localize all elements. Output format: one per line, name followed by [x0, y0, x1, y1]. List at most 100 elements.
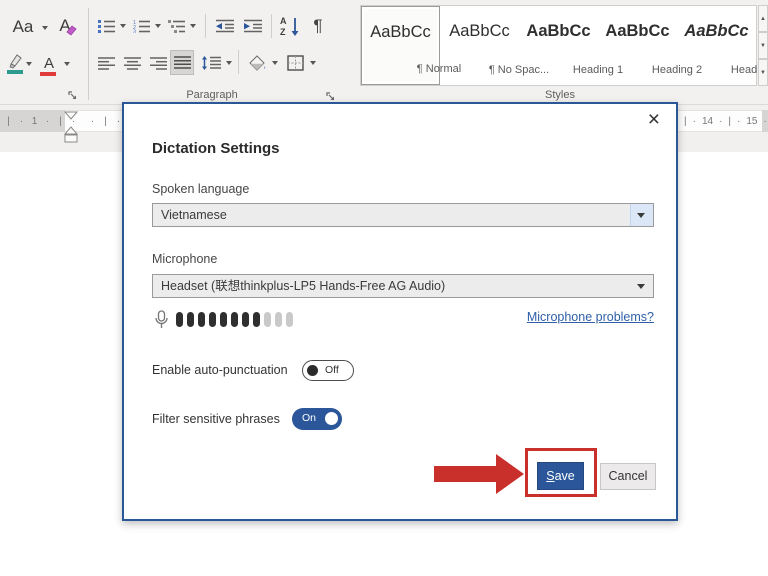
spoken-language-value: Vietnamese: [161, 208, 227, 222]
font-dialog-launcher-icon[interactable]: [68, 91, 79, 102]
indent-markers[interactable]: [63, 107, 81, 147]
bullets-button[interactable]: [96, 16, 116, 36]
dropdown-arrow-zone[interactable]: [630, 204, 653, 226]
chevron-down-icon[interactable]: [155, 24, 161, 28]
mic-level-dot: [187, 312, 194, 327]
ruler-tick: |: [728, 115, 732, 127]
line-spacing-button[interactable]: [200, 53, 222, 73]
spoken-language-dropdown[interactable]: Vietnamese: [152, 203, 654, 227]
chevron-down-icon: [637, 284, 645, 289]
change-case-button[interactable]: Aa: [6, 15, 40, 39]
ruler-tick: |: [104, 115, 107, 127]
filter-phrases-label: Filter sensitive phrases: [152, 412, 280, 426]
auto-punctuation-toggle[interactable]: Off: [302, 360, 354, 381]
style-heading-3[interactable]: AaBbCc Heading 3: [677, 6, 768, 85]
microphone-label: Microphone: [152, 252, 218, 266]
style-heading-2[interactable]: AaBbCc Heading 2: [598, 6, 702, 85]
chevron-down-icon[interactable]: [26, 62, 32, 66]
ribbon: Aa A A 1 2 3 A Z ¶ Paragraph AaBbCc ¶ No…: [0, 0, 768, 105]
sort-button[interactable]: AZ: [278, 14, 304, 38]
styles-group-label: Styles: [545, 89, 575, 101]
styles-scroll-down-button[interactable]: ▼: [758, 32, 768, 59]
chevron-down-icon[interactable]: [310, 61, 316, 65]
styles-scroll-up-button[interactable]: ▲: [758, 5, 768, 32]
style-preview: AaBbCc: [684, 22, 749, 40]
pilcrow-icon: ¶: [313, 16, 323, 35]
borders-grid-icon: [286, 55, 304, 71]
chevron-down-icon[interactable]: [42, 26, 48, 30]
ruler-tick: |: [684, 115, 687, 127]
ruler-tick: 14: [701, 115, 714, 127]
style-heading-1[interactable]: AaBbCc Heading 1: [519, 6, 623, 85]
ruler-tick: |: [7, 115, 10, 127]
text-highlight-button[interactable]: [2, 50, 28, 76]
paint-bucket-icon: [249, 55, 266, 71]
multilevel-list-icon: [167, 20, 185, 33]
justify-icon: [173, 56, 191, 69]
microphone-dropdown[interactable]: Headset (联想thinkplus-LP5 Hands-Free AG A…: [152, 274, 654, 298]
style-preview: AaBbCc: [370, 23, 431, 41]
annotation-highlight-box: [525, 448, 597, 497]
multilevel-list-button[interactable]: [166, 16, 186, 36]
align-center-button[interactable]: [122, 53, 142, 73]
word-window: Aa A A 1 2 3 A Z ¶ Paragraph AaBbCc ¶ No…: [0, 0, 768, 576]
clear-formatting-button[interactable]: A: [52, 13, 78, 39]
chevron-down-icon[interactable]: [226, 61, 232, 65]
toggle-state: On: [302, 412, 317, 424]
group-divider: [88, 8, 89, 100]
divider: [271, 14, 272, 38]
mic-level-dot: [286, 312, 293, 327]
align-left-button[interactable]: [96, 53, 116, 73]
align-center-icon: [123, 56, 141, 70]
outdent-icon: [216, 19, 234, 33]
mic-level-dot: [264, 312, 271, 327]
show-formatting-button[interactable]: ¶: [308, 14, 328, 38]
filter-phrases-toggle[interactable]: On: [292, 408, 342, 430]
close-icon[interactable]: ×: [648, 109, 660, 130]
highlighter-icon: [7, 54, 23, 74]
spoken-language-label: Spoken language: [152, 182, 250, 196]
ruler-tick: ·: [692, 115, 696, 127]
bullet-list-icon: [97, 20, 115, 33]
svg-text:3: 3: [133, 30, 136, 34]
align-right-icon: [149, 56, 167, 70]
shading-button[interactable]: [246, 52, 268, 74]
style-normal[interactable]: AaBbCc ¶ Normal: [361, 6, 461, 85]
mic-level-dot: [176, 312, 183, 327]
chevron-down-icon[interactable]: [64, 62, 70, 66]
mic-level-dot: [231, 312, 238, 327]
styles-gallery: AaBbCc ¶ Normal AaBbCc ¶ No Spac... AaBb…: [360, 5, 768, 86]
ruler-tick: ·: [719, 115, 723, 127]
chevron-down-icon[interactable]: [190, 24, 196, 28]
mic-level-dot: [209, 312, 216, 327]
font-color-bar: [40, 72, 56, 76]
increase-indent-button[interactable]: [242, 16, 264, 36]
chevron-down-icon[interactable]: [272, 61, 278, 65]
mic-level-dot: [220, 312, 227, 327]
ruler-tick: ·: [737, 115, 741, 127]
cancel-button[interactable]: Cancel: [600, 463, 656, 490]
mic-level-dot: [253, 312, 260, 327]
borders-button[interactable]: [284, 52, 306, 74]
style-no-spacing[interactable]: AaBbCc ¶ No Spac...: [440, 6, 549, 85]
ruler-ticks-right: | · 14 · | · 15 ·: [681, 110, 768, 132]
justify-button[interactable]: [170, 50, 194, 75]
font-color-button[interactable]: A: [38, 50, 60, 76]
font-color-letter: A: [43, 54, 54, 72]
indent-icon: [244, 19, 262, 33]
ruler-tick: ·: [45, 115, 50, 127]
styles-more-button[interactable]: ▼: [758, 59, 768, 86]
styles-gallery-scroll: ▲ ▼ ▼: [758, 5, 768, 86]
ruler-tick: 1: [31, 115, 38, 127]
chevron-down-icon[interactable]: [120, 24, 126, 28]
eraser-icon: [66, 25, 77, 36]
numbering-button[interactable]: 123: [131, 16, 151, 36]
annotation-arrow: [434, 466, 496, 482]
decrease-indent-button[interactable]: [214, 16, 236, 36]
align-right-button[interactable]: [148, 53, 168, 73]
line-spacing-icon: [201, 56, 221, 70]
microphone-problems-link[interactable]: Microphone problems?: [527, 310, 654, 324]
numbered-list-icon: 123: [133, 20, 150, 34]
ruler-tick: 15: [746, 115, 758, 127]
mic-level: [176, 312, 293, 327]
